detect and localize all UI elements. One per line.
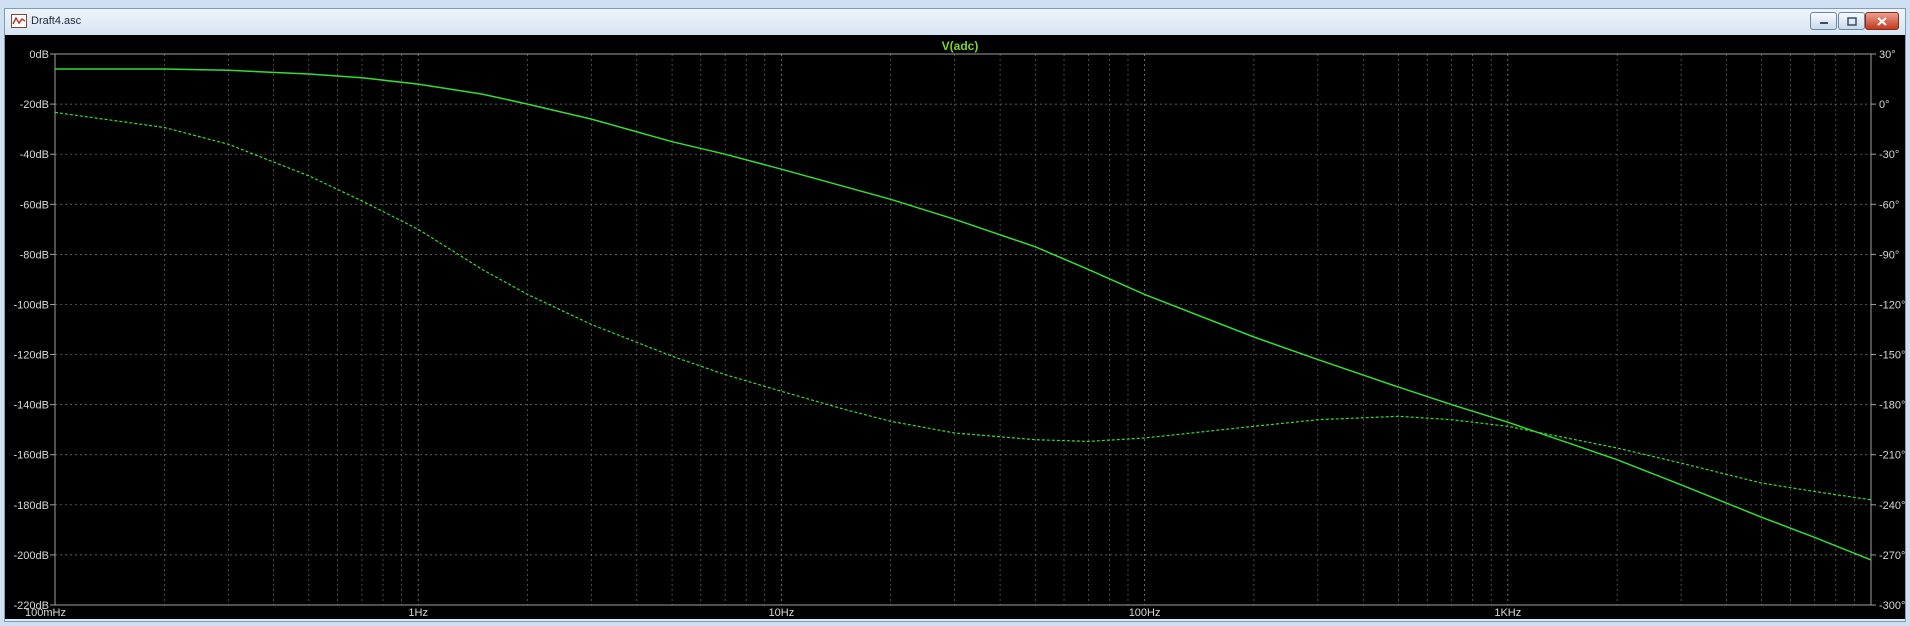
right-axis-tick-label: -120°	[1879, 299, 1905, 311]
left-axis-tick-label: -100dB	[14, 299, 49, 311]
right-axis-tick-label: -180°	[1879, 400, 1905, 412]
plot-pane[interactable]: V(adc) 0dB -20dB -40dB -60dB -80dB -100dB -120…	[5, 35, 1905, 619]
left-axis-tick-label: -20dB	[20, 99, 49, 111]
right-axis-tick-label: -150°	[1879, 350, 1905, 362]
bode-plot[interactable]: V(adc) 0dB -20dB -40dB -60dB -80dB -100dB -120…	[5, 35, 1905, 619]
title-bar[interactable]: Draft4.asc	[5, 9, 1905, 35]
minimize-icon	[1819, 22, 1828, 24]
left-axis-tick-label: -60dB	[20, 199, 49, 211]
right-axis-tick-label: -240°	[1879, 500, 1905, 512]
right-axis-tick-label: 30°	[1879, 49, 1896, 61]
close-button[interactable]	[1865, 12, 1899, 30]
waveform-icon	[11, 14, 27, 28]
right-axis-tick-label: 0°	[1879, 99, 1890, 111]
traces	[54, 68, 1872, 561]
left-axis-tick-label: -80dB	[20, 249, 49, 261]
right-axis-tick-label: -60°	[1879, 199, 1899, 211]
left-axis-tick-label: -140dB	[14, 400, 49, 412]
x-axis-tick-label: 1Hz	[408, 607, 428, 619]
plot-frame	[54, 53, 1872, 606]
left-axis-tick-label: -200dB	[14, 550, 49, 562]
x-axis-tick-label: 100mHz	[25, 607, 66, 619]
right-axis-tick-label: -270°	[1879, 550, 1905, 562]
magnitude-trace[interactable]	[55, 68, 1872, 561]
plot-border	[54, 53, 1872, 606]
x-axis-tick-label: 1KHz	[1494, 607, 1521, 619]
right-axis-tick-label: -300°	[1879, 600, 1905, 612]
right-axis-tick-label: -210°	[1879, 450, 1905, 462]
right-axis-tick-label: -30°	[1879, 149, 1899, 161]
left-axis-tick-label: -120dB	[14, 350, 49, 362]
left-axis-tick-label: 0dB	[29, 49, 49, 61]
x-axis-tick-label: 10Hz	[769, 607, 795, 619]
left-axis-tick-label: -180dB	[14, 500, 49, 512]
x-axis-labels: 100mHz 1Hz 10Hz 100Hz 1KHz	[25, 607, 1521, 619]
maximize-button[interactable]	[1838, 12, 1865, 30]
left-axis-tick-label: -160dB	[14, 450, 49, 462]
right-axis-tick-label: -90°	[1879, 249, 1899, 261]
left-axis-tick-label: -40dB	[20, 149, 49, 161]
left-axis-labels: 0dB -20dB -40dB -60dB -80dB -100dB -120dB -140d…	[14, 49, 55, 612]
minimize-button[interactable]	[1810, 12, 1837, 30]
right-axis-labels: 30° 0° -30° -60° -90° -120° -150° -180° -210° -24…	[1871, 49, 1905, 612]
close-icon	[1877, 16, 1887, 26]
x-axis-tick-label: 100Hz	[1129, 607, 1161, 619]
maximize-icon	[1846, 16, 1857, 26]
grid-lines	[54, 53, 1871, 606]
window-title: Draft4.asc	[31, 15, 82, 27]
app-window: Draft4.asc V(adc) 0dB -20dB -40dB -60dB -80d…	[4, 8, 1906, 622]
phase-trace[interactable]	[54, 111, 1872, 501]
chart-title[interactable]: V(adc)	[942, 39, 979, 53]
